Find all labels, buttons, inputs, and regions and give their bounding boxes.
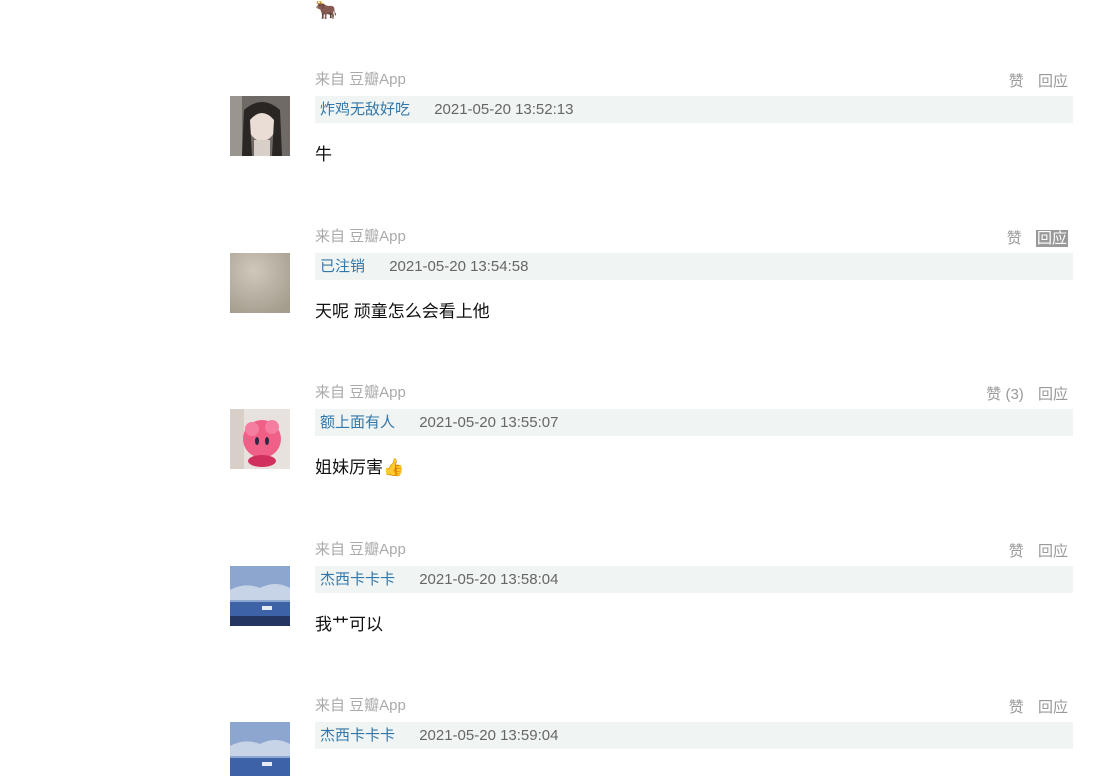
reply-button[interactable]: 回应 [1038, 699, 1068, 716]
comment-meta: 杰西卡卡卡 2021-05-20 13:59:04 [315, 722, 1073, 749]
like-button[interactable]: 赞 (3) [986, 386, 1024, 403]
comment-meta: 额上面有人 2021-05-20 13:55:07 [315, 409, 1073, 436]
reply-button[interactable]: 回应 [1035, 230, 1068, 247]
like-button[interactable]: 赞 [1007, 230, 1022, 247]
comment-item: 来自 豆瓣App 赞 回应 炸鸡无敌好吃 2021-05-20 13:52:13… [0, 71, 1095, 221]
comment-meta: 杰西卡卡卡 2021-05-20 13:58:04 [315, 566, 1073, 593]
author-link[interactable]: 已注销 [320, 258, 365, 275]
comment-time: 2021-05-20 13:55:07 [419, 414, 559, 431]
comment-source: 来自 豆瓣App [315, 697, 406, 714]
avatar[interactable] [230, 566, 290, 626]
comment-source: 来自 豆瓣App [315, 384, 406, 401]
comment-time: 2021-05-20 13:52:13 [434, 101, 574, 118]
comment-text: 姐妹厉害👍 [315, 458, 405, 477]
reply-button[interactable]: 回应 [1038, 73, 1068, 90]
comment-actions: 赞 回应 [1007, 230, 1068, 248]
reply-button[interactable]: 回应 [1038, 386, 1068, 403]
comment-source: 来自 豆瓣App [315, 541, 406, 558]
like-button[interactable]: 赞 [1009, 73, 1024, 90]
avatar[interactable] [230, 253, 290, 313]
comment-item: 来自 豆瓣App 赞 (3) 回应 额上面有人 2021-05-20 13:55… [0, 384, 1095, 534]
author-link[interactable]: 杰西卡卡卡 [320, 727, 395, 744]
comment-meta: 炸鸡无敌好吃 2021-05-20 13:52:13 [315, 96, 1073, 123]
like-button[interactable]: 赞 [1009, 543, 1024, 560]
comment-text: 天呢 顽童怎么会看上他 [315, 302, 490, 321]
like-button[interactable]: 赞 [1009, 699, 1024, 716]
comment-time: 2021-05-20 13:54:58 [389, 258, 529, 275]
comment-item: 来自 豆瓣App 赞 回应 已注销 2021-05-20 13:54:58 天呢… [0, 228, 1095, 378]
comment-actions: 赞 回应 [1009, 543, 1068, 561]
comment-meta: 已注销 2021-05-20 13:54:58 [315, 253, 1073, 280]
avatar[interactable] [230, 722, 290, 776]
comment-item: 来自 豆瓣App 赞 回应 杰西卡卡卡 2021-05-20 13:59:04 [0, 697, 1095, 776]
comment-text: 牛 [315, 145, 332, 164]
avatar[interactable] [230, 96, 290, 156]
comment-actions: 赞 回应 [1009, 73, 1068, 91]
comment-time: 2021-05-20 13:59:04 [419, 727, 559, 744]
comment-time: 2021-05-20 13:58:04 [419, 571, 559, 588]
comment-actions: 赞 回应 [1009, 699, 1068, 717]
comment-text: 我艹可以 [315, 615, 383, 634]
comment-item: 来自 豆瓣App 赞 回应 杰西卡卡卡 2021-05-20 13:58:04 … [0, 541, 1095, 691]
comment-source: 来自 豆瓣App [315, 228, 406, 245]
reply-button[interactable]: 回应 [1038, 543, 1068, 560]
avatar[interactable] [230, 409, 290, 469]
author-link[interactable]: 额上面有人 [320, 414, 395, 431]
author-link[interactable]: 炸鸡无敌好吃 [320, 101, 410, 118]
ox-emoji: 🐂 [315, 0, 338, 20]
comment-actions: 赞 (3) 回应 [986, 386, 1068, 404]
comment-source: 来自 豆瓣App [315, 71, 406, 88]
author-link[interactable]: 杰西卡卡卡 [320, 571, 395, 588]
